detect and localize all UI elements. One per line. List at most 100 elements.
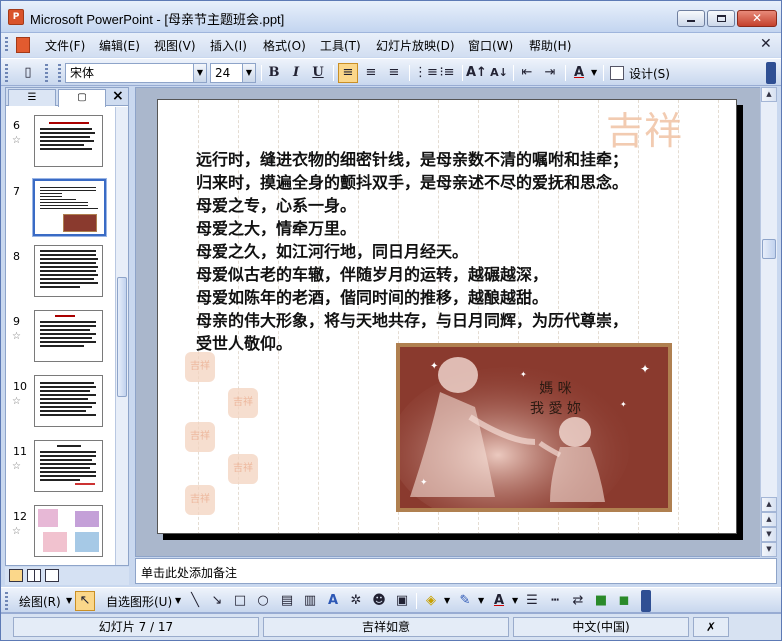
line-color-icon[interactable]: ✎ (455, 591, 475, 611)
slide-thumbnail-10[interactable] (34, 375, 103, 427)
document-icon[interactable] (16, 37, 30, 53)
toolbar-grip-3[interactable] (58, 64, 61, 82)
toolbar-options-icon[interactable] (766, 62, 776, 84)
chevron-down-icon[interactable]: ▼ (66, 596, 72, 605)
slide-thumbnail-12[interactable] (34, 505, 103, 557)
chevron-down-icon[interactable]: ▼ (175, 596, 181, 605)
increase-font-icon[interactable]: A↑ (466, 63, 487, 83)
close-button[interactable]: ✕ (737, 10, 777, 27)
decrease-indent-icon[interactable]: ⇤ (517, 63, 537, 83)
chevron-down-icon[interactable]: ▼ (444, 596, 450, 605)
chevron-down-icon[interactable]: ▼ (591, 68, 597, 77)
chevron-down-icon[interactable]: ▼ (193, 64, 206, 82)
scroll-up-icon[interactable]: ▲ (761, 87, 777, 102)
underline-button[interactable]: U (308, 63, 328, 83)
chevron-down-icon[interactable]: ▼ (478, 596, 484, 605)
pane-close-icon[interactable]: × (112, 88, 124, 104)
minimize-button[interactable] (677, 10, 705, 27)
select-pointer-icon[interactable]: ↖ (75, 591, 95, 611)
menu-insert[interactable]: 插入(I) (210, 37, 247, 54)
rectangle-icon[interactable]: □ (230, 591, 250, 611)
spelling-status-icon[interactable]: ✗ (693, 617, 729, 637)
outline-tab[interactable]: ☰ (8, 89, 56, 106)
menu-file[interactable]: 文件(F) (45, 37, 85, 54)
slide-thumbnail-7[interactable] (32, 178, 107, 237)
line-icon[interactable]: ╲ (185, 591, 205, 611)
align-right-icon[interactable]: ≡ (384, 63, 404, 83)
increase-indent-icon[interactable]: ⇥ (540, 63, 560, 83)
menu-grip[interactable] (5, 37, 8, 53)
align-left-icon[interactable]: ≡ (338, 63, 358, 83)
chevron-down-icon[interactable]: ▼ (242, 64, 255, 82)
scrollbar-thumb[interactable] (117, 277, 127, 397)
menu-close-doc-icon[interactable]: ✕ (760, 36, 772, 52)
decrease-font-icon[interactable]: A↓ (489, 63, 509, 83)
toolbar-options-icon[interactable] (641, 590, 651, 612)
menu-format[interactable]: 格式(O) (263, 37, 306, 54)
arrow-icon[interactable]: ↘ (207, 591, 227, 611)
normal-view-icon[interactable] (9, 569, 23, 582)
clipart-icon[interactable]: ☻ (369, 591, 389, 611)
3d-style-icon[interactable]: ◼ (614, 591, 634, 611)
align-center-icon[interactable]: ≡ (361, 63, 381, 83)
slide-thumbnail-9[interactable] (34, 310, 103, 362)
menu-tools[interactable]: 工具(T) (320, 37, 361, 54)
line-style-icon[interactable]: ☰ (522, 591, 542, 611)
design-button[interactable]: 设计(S) (629, 65, 670, 82)
next-slide-icon[interactable]: ▼ (761, 527, 777, 542)
maximize-button[interactable] (707, 10, 735, 27)
slide-thumbnail-11[interactable] (34, 440, 103, 492)
autoshapes-button[interactable]: 自选图形(U) (106, 593, 172, 610)
toolbar-grip[interactable] (5, 592, 8, 610)
menu-window[interactable]: 窗口(W) (468, 37, 513, 54)
slide-thumbnail-6[interactable] (34, 115, 103, 167)
fill-color-icon[interactable]: ◈ (421, 591, 441, 611)
menu-slideshow[interactable]: 幻灯片放映(D) (376, 37, 455, 54)
font-color-icon[interactable]: A (489, 591, 509, 611)
slide-canvas[interactable]: 吉祥 吉祥 吉祥 吉祥 吉祥 吉祥 远行时，缝进衣物的细密针线，是母亲数不清的嘱… (157, 99, 737, 534)
status-design-name[interactable]: 吉祥如意 (263, 617, 509, 637)
vertical-textbox-icon[interactable]: ▥ (300, 591, 320, 611)
menu-edit[interactable]: 编辑(E) (99, 37, 140, 54)
slideshow-icon[interactable] (45, 569, 59, 582)
draw-menu-button[interactable]: 绘图(R) (19, 593, 61, 610)
oval-icon[interactable]: ○ (253, 591, 273, 611)
bulleted-list-icon[interactable]: ⁝≡ (437, 63, 457, 83)
insert-picture-icon[interactable]: ▣ (392, 591, 412, 611)
textbox-icon[interactable]: ▤ (277, 591, 297, 611)
font-name-combo[interactable]: 宋体 ▼ (65, 63, 207, 83)
scrollbar-thumb[interactable] (762, 239, 776, 259)
toolbar-grip[interactable] (5, 64, 8, 82)
drawing-toolbar: 绘图(R) ▼ ↖ 自选图形(U) ▼ ╲ ↘ □ ○ ▤ ▥ A ✲ ☻ ▣ … (1, 587, 781, 613)
scroll-down-icon[interactable]: ▼ (761, 542, 777, 557)
menu-help[interactable]: 帮助(H) (529, 37, 571, 54)
diagram-icon[interactable]: ✲ (346, 591, 366, 611)
dash-style-icon[interactable]: ┅ (545, 591, 565, 611)
title-bar[interactable]: P Microsoft PowerPoint - [母亲节主题班会.ppt] ✕ (1, 1, 781, 33)
new-slide-icon[interactable]: ▯ (18, 63, 38, 83)
italic-button[interactable]: I (286, 63, 306, 83)
toolbar-grip-2[interactable] (45, 64, 48, 82)
scroll-up-icon[interactable]: ▲ (761, 497, 777, 512)
font-color-icon[interactable]: A (569, 63, 589, 83)
editor-scrollbar[interactable]: ▲ ▲ ▲ ▼ ▼ (760, 87, 777, 557)
numbered-list-icon[interactable]: ⋮≡ (414, 63, 438, 83)
separator (416, 593, 417, 609)
menu-view[interactable]: 视图(V) (154, 37, 196, 54)
font-size-combo[interactable]: 24 ▼ (210, 63, 256, 83)
wordart-icon[interactable]: A (323, 591, 343, 611)
bold-button[interactable]: B (264, 63, 284, 83)
design-icon[interactable] (610, 66, 624, 80)
chevron-down-icon[interactable]: ▼ (512, 596, 518, 605)
prev-slide-icon[interactable]: ▲ (761, 512, 777, 527)
shadow-style-icon[interactable]: ■ (591, 591, 611, 611)
slides-tab[interactable]: ▢ (58, 89, 106, 107)
mother-daughter-picture[interactable]: ✦ ✦ ✦ ✦ ✦ 媽 咪 我 愛 妳 (396, 343, 672, 512)
powerpoint-app-icon[interactable]: P (8, 9, 24, 25)
slide-sorter-icon[interactable] (27, 569, 41, 582)
notes-pane[interactable]: 单击此处添加备注 (135, 558, 777, 584)
slide-thumbnail-8[interactable] (34, 245, 103, 297)
arrow-style-icon[interactable]: ⇄ (568, 591, 588, 611)
slide-text-box[interactable]: 远行时，缝进衣物的细密针线，是母亲数不清的嘱咐和挂牵； 归来时，摸遍全身的颤抖双… (196, 148, 736, 355)
thumbnail-scrollbar[interactable] (115, 107, 128, 565)
